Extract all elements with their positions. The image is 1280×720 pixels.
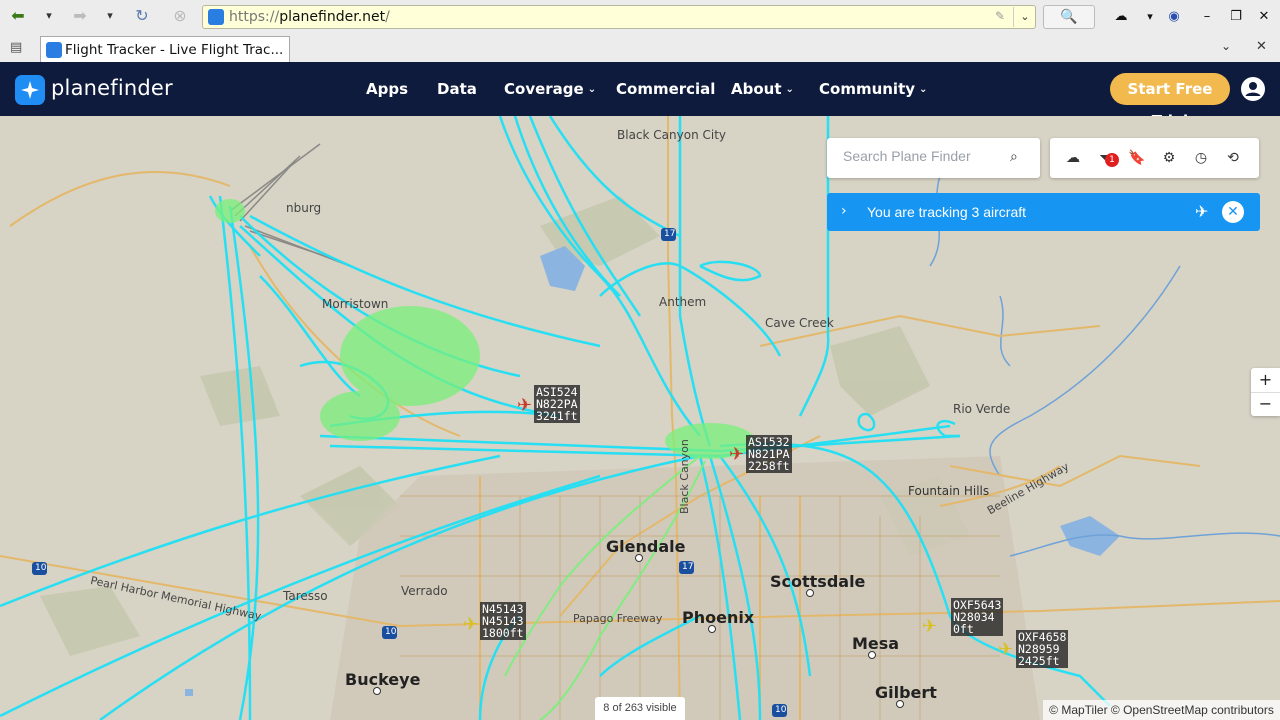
tab-favicon-icon [46,42,62,58]
url-text: https://planefinder.net/ [229,9,390,25]
aircraft-label-asi532[interactable]: ASI532 N821PA 2258ft [746,435,792,473]
chevron-down-icon: ⌄ [919,84,928,95]
buckeye-dot [373,687,381,695]
map-tools-panel: ☁ ⏷ 🔖 ⚙ ◷ ⟲ [1050,138,1259,178]
settings-gear-icon[interactable]: ⚙ [1160,149,1178,167]
extension-dropdown-icon[interactable]: ▾ [1141,8,1159,26]
playback-icon[interactable]: ⟲ [1224,149,1242,167]
reload-icon[interactable]: ↻ [132,6,152,26]
browser-menu-icon[interactable]: ◉ [1165,8,1183,26]
aircraft-label-n45143[interactable]: N45143 N45143 1800ft [480,602,526,640]
account-icon[interactable] [1241,77,1265,101]
aircraft-label-oxf5643[interactable]: OXF5643 N28034 0ft [951,598,1004,636]
tracked-aircraft-icon[interactable]: ✈ [1195,202,1208,221]
place-mesa: Mesa [852,634,900,653]
bookmark-edit-icon[interactable]: ✎ [995,9,1005,23]
road-papago-freeway: Papago Freeway [573,612,663,625]
gilbert-dot [896,700,904,708]
aircraft-n45143-icon[interactable]: ✈ [463,616,478,634]
tab-bar: ▤ Flight Tracker - Live Flight Trac... ⌄… [0,34,1280,63]
minimize-icon[interactable]: – [1198,8,1216,26]
address-bar[interactable]: https://planefinder.net/ ✎ ⌄ [202,5,1036,29]
tab-list-icon[interactable]: ▤ [10,40,22,55]
search-icon[interactable]: 🔍 [1043,5,1095,29]
phoenix-dot [708,625,716,633]
flight-map[interactable]: 17 17 10 10 10 Black Canyon City nburg M… [0,116,1280,720]
aircraft-asi524-icon[interactable]: ✈ [517,397,532,415]
forward-history-dropdown-icon[interactable]: ▾ [103,6,117,26]
place-wickenburg: nburg [286,201,322,215]
place-verrado: Verrado [401,584,448,598]
nav-apps[interactable]: Apps [366,80,408,98]
nav-data[interactable]: Data [437,80,477,98]
nav-about[interactable]: About ⌄ [731,80,794,98]
browser-toolbar: ⬅ ▾ ➡ ▾ ↻ ⊗ https://planefinder.net/ ✎ ⌄… [0,0,1280,35]
map-attribution[interactable]: © MapTiler © OpenStreetMap contributors [1043,700,1280,720]
tab-overflow-icon[interactable]: ⌄ [1221,39,1231,53]
place-gilbert: Gilbert [875,683,937,702]
back-arrow-icon[interactable]: ⬅ [8,6,28,26]
zoom-in-button[interactable]: + [1251,368,1280,393]
place-rio-verde: Rio Verde [953,402,1011,416]
url-dropdown-icon[interactable]: ⌄ [1013,7,1036,27]
place-morristown: Morristown [322,297,389,311]
stop-icon[interactable]: ⊗ [170,6,190,26]
aircraft-label-oxf4658[interactable]: OXF4658 N28959 2425ft [1016,630,1069,668]
planefinder-logo-icon[interactable] [15,75,45,105]
aircraft-oxf4658-icon[interactable]: ✈ [998,641,1013,659]
forward-arrow-icon[interactable]: ➡ [70,6,90,26]
site-header: planefinder Apps Data Coverage ⌄ Commerci… [0,62,1280,130]
place-scottsdale: Scottsdale [770,572,866,591]
filter-notification-badge: 1 [1105,153,1119,167]
search-input[interactable] [841,147,1005,165]
i10-south-shield: 10 [775,705,787,715]
i17-south-shield: 17 [682,562,694,572]
place-anthem: Anthem [659,295,707,309]
close-tracking-icon[interactable]: ✕ [1222,201,1244,223]
place-black-canyon-city: Black Canyon City [617,128,727,142]
extension-icon[interactable]: ☁ [1110,8,1132,26]
place-fountain-hills: Fountain Hills [908,484,990,498]
aircraft-asi532-icon[interactable]: ✈ [729,446,744,464]
i10-west-shield: 10 [35,563,47,573]
site-favicon-icon [208,9,224,25]
search-icon[interactable]: ⌕ [1010,149,1018,165]
back-history-dropdown-icon[interactable]: ▾ [42,6,56,26]
glendale-dot [635,554,643,562]
place-glendale: Glendale [606,537,686,556]
mesa-dot [868,651,876,659]
i10-center-shield: 10 [385,627,397,637]
zoom-out-button[interactable]: − [1251,392,1280,416]
restore-icon[interactable]: ❐ [1227,8,1245,26]
expand-chevron-icon[interactable]: › [841,203,847,219]
place-cave-creek: Cave Creek [765,316,834,330]
aircraft-oxf5643-icon[interactable]: ✈ [922,618,937,636]
close-window-icon[interactable]: ✕ [1255,8,1273,26]
i17-north-shield: 17 [664,229,676,239]
weather-cloud-icon[interactable]: ☁ [1064,149,1082,167]
tracking-bar[interactable]: › You are tracking 3 aircraft ✈ ✕ [827,193,1260,231]
place-buckeye: Buckeye [345,670,421,689]
nav-coverage[interactable]: Coverage ⌄ [504,80,596,98]
nav-commercial[interactable]: Commercial [616,80,715,98]
search-panel: ⌕ [827,138,1040,178]
visible-aircraft-count: 8 of 263 visible [595,697,685,720]
tab-flight-tracker[interactable]: Flight Tracker - Live Flight Trac... [40,36,290,62]
scottsdale-dot [806,589,814,597]
start-free-trial-button[interactable]: Start Free Trial [1110,73,1230,130]
place-phoenix: Phoenix [682,608,755,627]
bookmark-icon[interactable]: 🔖 [1128,149,1146,167]
aircraft-label-asi524[interactable]: ASI524 N822PA 3241ft [534,385,580,423]
nav-community[interactable]: Community ⌄ [819,80,927,98]
logo-text[interactable]: planefinder [51,76,173,100]
road-black-canyon: Black Canyon [678,439,691,514]
close-tab-icon[interactable]: ✕ [1256,39,1267,54]
place-tonopah: Taresso [283,589,328,603]
tracking-text: You are tracking 3 aircraft [867,204,1027,220]
history-clock-icon[interactable]: ◷ [1192,149,1210,167]
chevron-down-icon: ⌄ [785,84,794,95]
chevron-down-icon: ⌄ [587,84,597,95]
zoom-control: + − [1251,368,1280,416]
tab-title: Flight Tracker - Live Flight Trac... [65,42,284,58]
